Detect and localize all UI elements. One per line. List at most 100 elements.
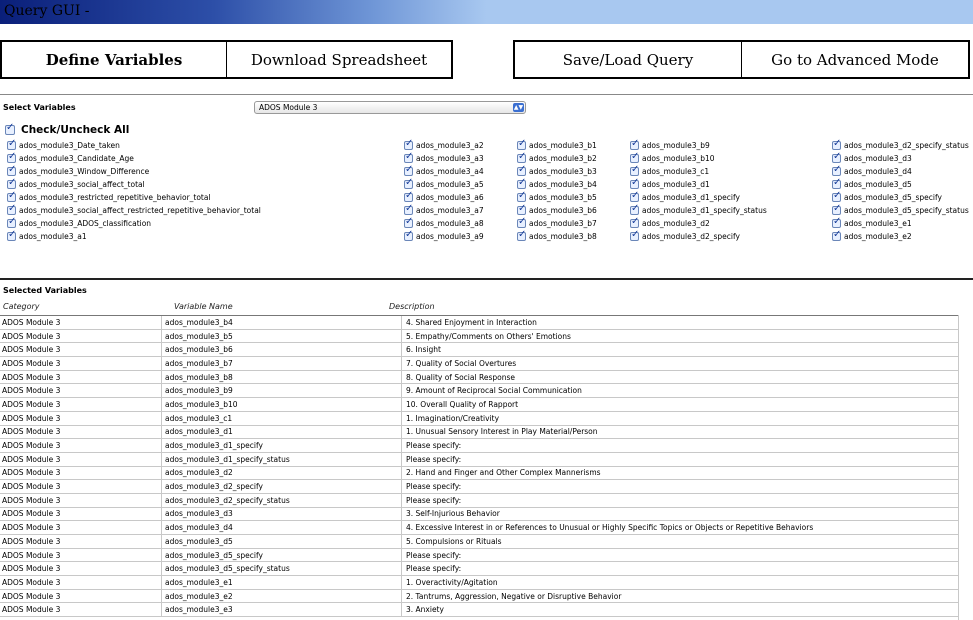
variable-checkbox-item[interactable]: ados_module3_d1 <box>630 177 767 191</box>
variable-checkbox-item[interactable]: ados_module3_b1 <box>517 138 597 152</box>
table-row[interactable]: ADOS Module 3 ados_module3_d3 3. Self-Inju… <box>0 507 958 522</box>
variable-checkbox[interactable] <box>832 164 841 176</box>
variable-checkbox[interactable] <box>404 229 413 241</box>
variable-checkbox-item[interactable]: ados_module3_b8 <box>517 229 597 243</box>
variable-checkbox-item[interactable]: ados_module3_social_affect_restricted_re… <box>7 203 261 217</box>
table-row[interactable]: ADOS Module 3 ados_module3_d5 5. Compulsio… <box>0 535 958 549</box>
table-row[interactable]: ADOS Module 3 ados_module3_e2 2. Tantrums,… <box>0 589 958 604</box>
variable-checkbox-item[interactable]: ados_module3_d3 <box>832 151 969 165</box>
variable-checkbox-item[interactable]: ados_module3_restricted_repetitive_behav… <box>7 190 261 204</box>
variable-checkbox[interactable] <box>630 203 639 215</box>
variable-checkbox[interactable] <box>630 177 639 189</box>
table-row[interactable]: ADOS Module 3 ados_module3_e3 3. Anxiety <box>0 603 958 618</box>
table-scrollbar[interactable] <box>958 315 973 620</box>
variable-checkbox-item[interactable]: ados_module3_b5 <box>517 190 597 204</box>
variable-checkbox[interactable] <box>630 138 639 150</box>
variable-checkbox[interactable] <box>832 216 841 228</box>
variable-checkbox[interactable] <box>404 151 413 163</box>
save-load-query-button[interactable]: Save/Load Query <box>515 42 741 77</box>
variable-checkbox-item[interactable]: ados_module3_c1 <box>630 164 767 178</box>
variable-checkbox-item[interactable]: ados_module3_e2 <box>832 229 969 243</box>
variable-checkbox[interactable] <box>7 138 16 150</box>
download-spreadsheet-button[interactable]: Download Spreadsheet <box>226 42 451 77</box>
table-row[interactable]: ADOS Module 3 ados_module3_d2 2. Hand and … <box>0 466 958 481</box>
variable-checkbox-item[interactable]: ados_module3_a3 <box>404 151 484 165</box>
variable-checkbox-item[interactable]: ados_module3_d1_specify <box>630 190 767 204</box>
variable-checkbox[interactable] <box>517 229 526 241</box>
variable-checkbox-item[interactable]: ados_module3_Window_Difference <box>7 164 261 178</box>
table-row[interactable]: ADOS Module 3 ados_module3_b5 5. Empathy/C… <box>0 329 958 344</box>
variable-checkbox[interactable] <box>404 190 413 202</box>
variable-checkbox-item[interactable]: ados_module3_a9 <box>404 229 484 243</box>
table-row[interactable]: ADOS Module 3 ados_module3_b6 6. Insight <box>0 343 958 358</box>
table-row[interactable]: ADOS Module 3 ados_module3_d1_specify_sta… <box>0 452 958 467</box>
variable-checkbox-item[interactable]: ados_module3_d1_specify_status <box>630 203 767 217</box>
table-row[interactable]: ADOS Module 3 ados_module3_b8 8. Quality o… <box>0 370 958 385</box>
variable-checkbox[interactable] <box>517 164 526 176</box>
variable-checkbox-item[interactable]: ados_module3_Candidate_Age <box>7 151 261 165</box>
variable-checkbox[interactable] <box>7 151 16 163</box>
variable-checkbox-item[interactable]: ados_module3_a6 <box>404 190 484 204</box>
variable-checkbox[interactable] <box>404 216 413 228</box>
variable-checkbox-item[interactable]: ados_module3_a1 <box>7 229 261 243</box>
variable-checkbox[interactable] <box>832 203 841 215</box>
variable-checkbox[interactable] <box>7 216 16 228</box>
variable-checkbox[interactable] <box>832 177 841 189</box>
variable-checkbox[interactable] <box>7 177 16 189</box>
variable-checkbox-item[interactable]: ados_module3_d2 <box>630 216 767 230</box>
table-row[interactable]: ADOS Module 3 ados_module3_d1 1. Unusual S… <box>0 425 958 440</box>
variable-checkbox[interactable] <box>7 203 16 215</box>
variable-checkbox-item[interactable]: ados_module3_b6 <box>517 203 597 217</box>
table-row[interactable]: ADOS Module 3 ados_module3_d5_specify_sta… <box>0 562 958 577</box>
table-row[interactable]: ADOS Module 3 ados_module3_c1 1. Imaginati… <box>0 411 958 426</box>
variable-checkbox[interactable] <box>832 229 841 241</box>
variable-checkbox-item[interactable]: ados_module3_d2_specify_status <box>832 138 969 152</box>
variable-checkbox-item[interactable]: ados_module3_a2 <box>404 138 484 152</box>
define-variables-button[interactable]: Define Variables <box>2 42 226 77</box>
variable-checkbox[interactable] <box>404 138 413 150</box>
variable-checkbox-item[interactable]: ados_module3_a5 <box>404 177 484 191</box>
table-row[interactable]: ADOS Module 3 ados_module3_b10 10. Overall… <box>0 398 958 412</box>
variable-checkbox[interactable] <box>404 164 413 176</box>
advanced-mode-button[interactable]: Go to Advanced Mode <box>741 42 968 77</box>
variable-checkbox-item[interactable]: ados_module3_b9 <box>630 138 767 152</box>
check-all-toggle[interactable]: Check/Uncheck All <box>5 122 129 137</box>
module-dropdown[interactable]: ADOS Module 3 ▲▼ <box>254 101 526 114</box>
variable-checkbox-item[interactable]: ados_module3_social_affect_total <box>7 177 261 191</box>
variable-checkbox[interactable] <box>404 203 413 215</box>
variable-checkbox[interactable] <box>630 216 639 228</box>
variable-checkbox[interactable] <box>630 151 639 163</box>
table-row[interactable]: ADOS Module 3 ados_module3_d5_specify Plea… <box>0 548 958 563</box>
variable-checkbox-item[interactable]: ados_module3_b4 <box>517 177 597 191</box>
variable-checkbox-item[interactable]: ados_module3_e1 <box>832 216 969 230</box>
variable-checkbox-item[interactable]: ados_module3_ADOS_classification <box>7 216 261 230</box>
table-row[interactable]: ADOS Module 3 ados_module3_e1 1. Overactiv… <box>0 576 958 590</box>
table-row[interactable]: ADOS Module 3 ados_module3_d4 4. Excessive… <box>0 521 958 535</box>
variable-checkbox-item[interactable]: ados_module3_d5 <box>832 177 969 191</box>
variable-checkbox[interactable] <box>630 164 639 176</box>
variable-checkbox[interactable] <box>832 138 841 150</box>
variable-checkbox[interactable] <box>517 138 526 150</box>
variable-checkbox-item[interactable]: ados_module3_b3 <box>517 164 597 178</box>
variable-checkbox[interactable] <box>517 216 526 228</box>
variable-checkbox-item[interactable]: ados_module3_b7 <box>517 216 597 230</box>
variable-checkbox-item[interactable]: ados_module3_a4 <box>404 164 484 178</box>
check-all-checkbox[interactable] <box>5 122 15 135</box>
variable-checkbox-item[interactable]: ados_module3_d5_specify <box>832 190 969 204</box>
variable-checkbox[interactable] <box>832 190 841 202</box>
variable-checkbox[interactable] <box>517 151 526 163</box>
table-row[interactable]: ADOS Module 3 ados_module3_d1_specify Plea… <box>0 439 958 453</box>
variable-checkbox-item[interactable]: ados_module3_b2 <box>517 151 597 165</box>
variable-checkbox[interactable] <box>630 190 639 202</box>
variable-checkbox[interactable] <box>517 177 526 189</box>
variable-checkbox[interactable] <box>630 229 639 241</box>
variable-checkbox[interactable] <box>832 151 841 163</box>
variable-checkbox[interactable] <box>7 164 16 176</box>
variable-checkbox[interactable] <box>404 177 413 189</box>
variable-checkbox[interactable] <box>7 190 16 202</box>
variable-checkbox-item[interactable]: ados_module3_a7 <box>404 203 484 217</box>
variable-checkbox-item[interactable]: ados_module3_Date_taken <box>7 138 261 152</box>
table-row[interactable]: ADOS Module 3 ados_module3_b9 9. Amount of… <box>0 384 958 399</box>
table-row[interactable]: ADOS Module 3 ados_module3_d2_specify Plea… <box>0 480 958 494</box>
variable-checkbox-item[interactable]: ados_module3_b10 <box>630 151 767 165</box>
